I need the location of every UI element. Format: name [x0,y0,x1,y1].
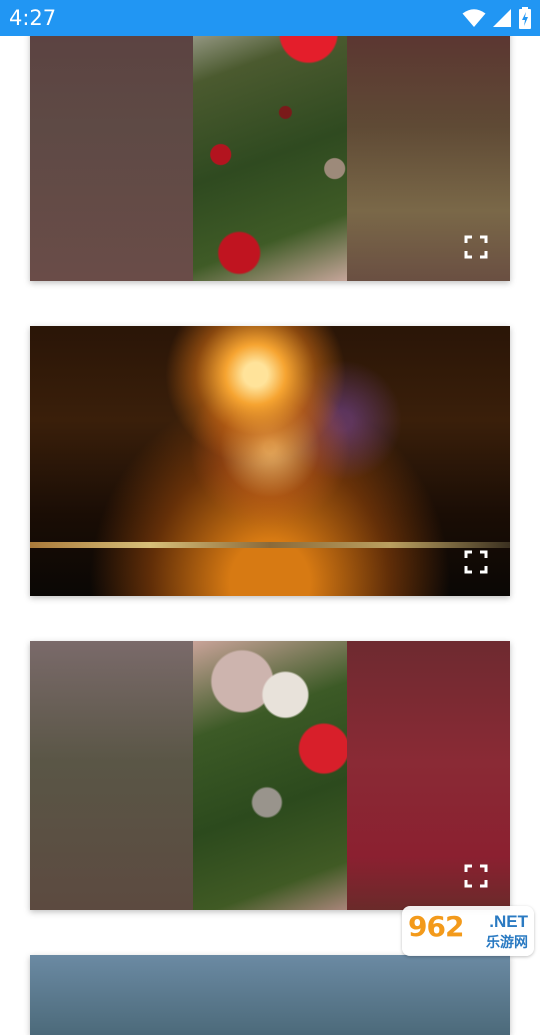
video-feed[interactable] [0,0,540,1035]
video-card[interactable] [30,326,510,596]
blurred-background-left [30,641,193,910]
status-bar: 4:27 [0,0,540,36]
fullscreen-icon[interactable] [464,550,488,574]
city-lights-shoreline [30,542,510,548]
video-thumbnail[interactable] [193,641,347,910]
blurred-background-left [30,0,193,281]
fullscreen-icon[interactable] [464,864,488,888]
video-thumbnail[interactable] [193,0,347,281]
watermark-text: 乐游网 [486,934,528,950]
video-card[interactable] [30,955,510,1035]
video-thumbnail[interactable] [30,326,510,596]
battery-icon [519,7,531,29]
status-icons [462,6,532,30]
fullscreen-icon[interactable] [464,235,488,259]
video-card[interactable] [30,0,510,281]
signal-icon [493,9,511,27]
site-watermark-logo: 962 .NET 乐游网 [402,906,534,956]
status-time: 4:27 [9,6,57,30]
watermark-suffix: .NET [489,912,528,931]
wifi-icon [462,9,486,27]
video-card[interactable] [30,641,510,910]
watermark-number: 962 [408,910,464,943]
